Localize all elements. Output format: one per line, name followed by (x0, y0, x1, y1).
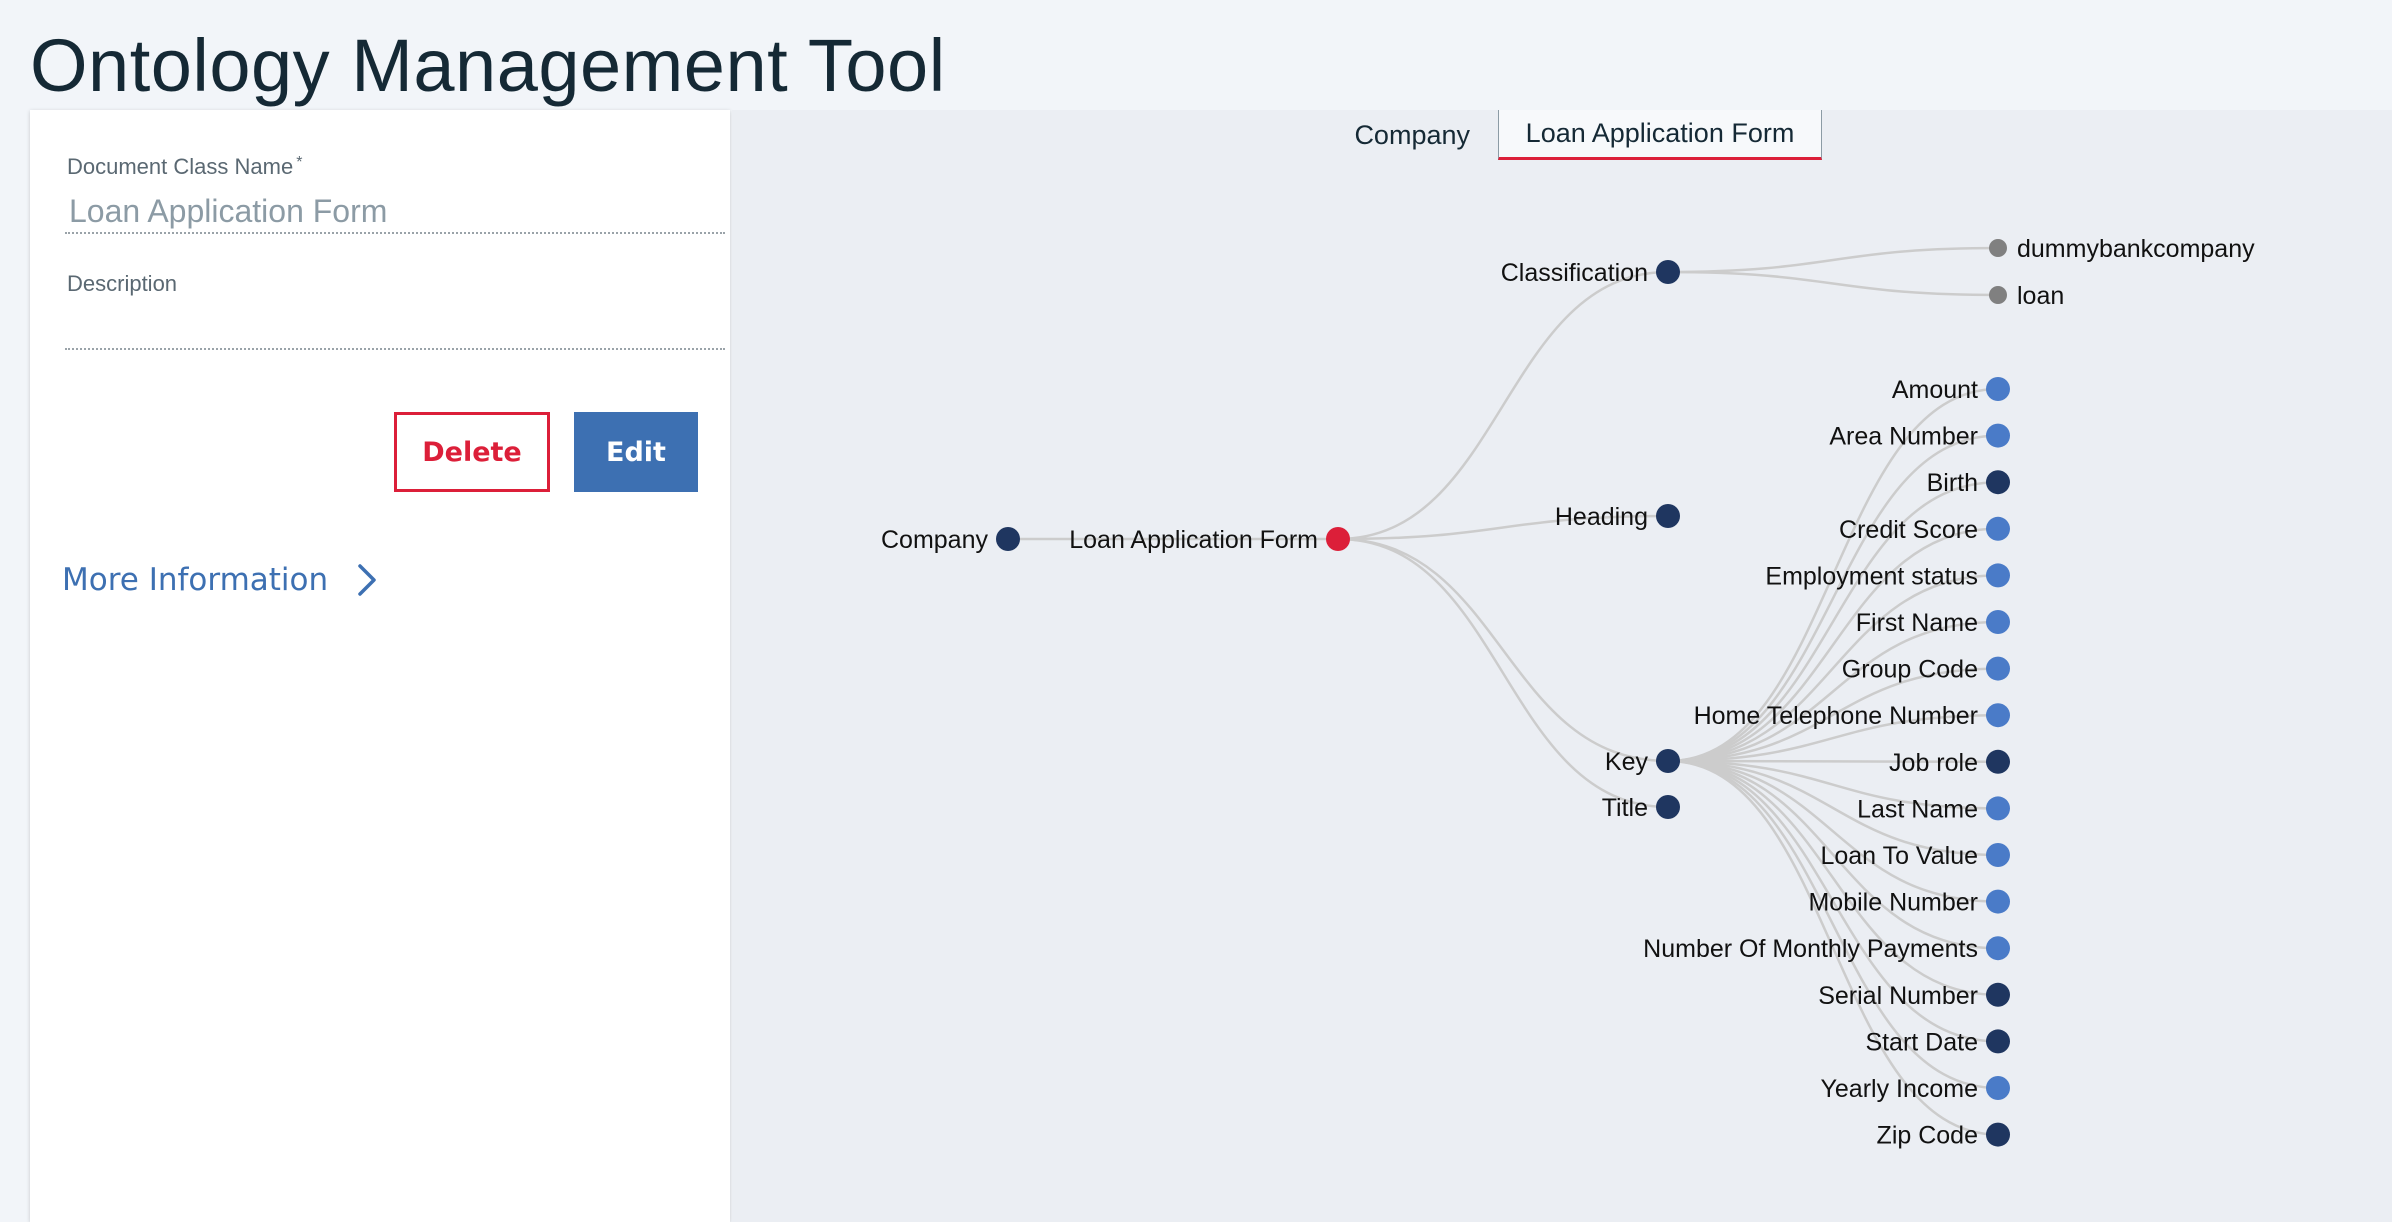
ontology-graph-area: Company Loan Application Form Company dum… (732, 110, 2392, 1222)
tree-node-dot[interactable] (1986, 889, 2010, 914)
tree-link (1337, 537, 1669, 763)
tree-node-label: Company (881, 526, 988, 554)
chevron-right-icon (358, 564, 376, 596)
tree-node-label: Job role (1889, 749, 1978, 777)
ontology-tree: Company dummybankcompany loan Amount Area Nu… (881, 235, 2255, 1150)
tree-node-heading[interactable]: Heading (1555, 503, 1680, 531)
tree-node-loan[interactable]: loan (1989, 282, 2064, 310)
tree-node-dot[interactable] (1656, 795, 1680, 819)
tree-node-home-telephone-number[interactable]: Home Telephone Number (1694, 702, 2010, 730)
tree-node-label: Loan Application Form (1069, 526, 1318, 554)
tree-node-last-name[interactable]: Last Name (1857, 795, 2010, 823)
tree-node-serial-number[interactable]: Serial Number (1818, 982, 2010, 1010)
tree-node-label: Start Date (1865, 1028, 1978, 1056)
description-input[interactable] (65, 306, 725, 350)
tree-node-dot[interactable] (1989, 239, 2007, 257)
tree-node-label: Number Of Monthly Payments (1643, 935, 1978, 963)
tree-node-key[interactable]: Key (1605, 748, 1680, 776)
tree-node-label: Group Code (1842, 656, 1978, 684)
tree-node-label: dummybankcompany (2017, 235, 2255, 263)
tree-node-dot[interactable] (1986, 656, 2010, 681)
tree-node-employment-status[interactable]: Employment status (1765, 562, 2010, 590)
tree-node-dot[interactable] (1986, 1076, 2010, 1100)
tree-node-dummybankcompany[interactable]: dummybankcompany (1989, 235, 2255, 263)
tree-node-label: Serial Number (1818, 982, 1978, 1010)
tree-node-title[interactable]: Title (1602, 794, 1680, 822)
tree-node-label: Birth (1927, 469, 1978, 497)
tree-node-birth[interactable]: Birth (1927, 469, 2010, 497)
tree-node-dot[interactable] (1986, 377, 2010, 401)
tree-link (1667, 270, 1999, 297)
tree-node-label: loan (2017, 282, 2064, 310)
tree-node-dot[interactable] (1986, 749, 2010, 774)
tree-node-label: Employment status (1765, 562, 1978, 590)
edit-button[interactable]: Edit (574, 412, 698, 492)
tree-node-label: Loan To Value (1820, 842, 1978, 870)
document-class-name-label-text: Document Class Name (67, 154, 294, 179)
tree-node-dot[interactable] (1656, 504, 1680, 528)
more-information-label: More Information (62, 562, 329, 598)
tree-node-dot[interactable] (1986, 470, 2010, 495)
tree-node-dot[interactable] (1986, 610, 2010, 634)
tree-node-number-of-monthly-payments[interactable]: Number Of Monthly Payments (1643, 935, 2010, 963)
tree-node-mobile-number[interactable]: Mobile Number (1808, 889, 2010, 917)
document-class-panel: Document Class Name* Description Delete … (30, 110, 730, 1222)
tree-node-label: Area Number (1829, 423, 1978, 451)
tree-node-dot[interactable] (1986, 1029, 2010, 1054)
tree-node-label: Classification (1501, 259, 1648, 287)
tree-node-label: Last Name (1857, 795, 1978, 823)
tree-node-label: First Name (1856, 609, 1978, 637)
tree-node-label: Mobile Number (1808, 889, 1978, 917)
tree-node-dot[interactable] (1656, 260, 1680, 284)
tree-node-dot[interactable] (1986, 563, 2010, 588)
tree-node-job-role[interactable]: Job role (1889, 749, 2010, 777)
tree-node-dot[interactable] (1986, 423, 2010, 448)
tree-node-dot[interactable] (1986, 936, 2010, 961)
tree-link (1337, 270, 1669, 541)
tree-node-dot[interactable] (1986, 982, 2010, 1007)
required-asterisk: * (296, 154, 303, 171)
tree-node-label: Credit Score (1839, 516, 1978, 544)
tree-node-dot[interactable] (1989, 286, 2007, 304)
tree-node-company[interactable]: Company (881, 526, 1020, 554)
description-label: Description (67, 271, 178, 296)
app-title: Ontology Management Tool (30, 24, 946, 107)
tree-node-yearly-income[interactable]: Yearly Income (1821, 1075, 2011, 1103)
tree-node-loan-application-form[interactable]: Loan Application Form (1069, 526, 1350, 554)
tree-link (1667, 246, 1999, 274)
tree-nodes: Company dummybankcompany loan Amount Area Nu… (881, 235, 2255, 1150)
tree-node-dot[interactable] (1656, 749, 1680, 773)
tree-node-label: Zip Code (1877, 1122, 1978, 1150)
tree-node-first-name[interactable]: First Name (1856, 609, 2010, 637)
document-class-name-input[interactable] (65, 190, 725, 234)
tree-node-label: Title (1602, 794, 1648, 822)
tree-node-dot[interactable] (996, 527, 1020, 551)
tree-node-dot[interactable] (1986, 1122, 2010, 1147)
tree-node-loan-to-value[interactable]: Loan To Value (1820, 842, 2010, 870)
tree-link (1667, 759, 1999, 903)
delete-button[interactable]: Delete (394, 412, 550, 492)
tree-node-zip-code[interactable]: Zip Code (1877, 1122, 2010, 1150)
tree-node-amount[interactable]: Amount (1892, 376, 2010, 404)
tree-node-dot[interactable] (1986, 703, 2010, 728)
tree-node-dot[interactable] (1326, 527, 1350, 551)
tree-node-label: Yearly Income (1821, 1075, 1979, 1103)
tree-node-label: Key (1605, 748, 1649, 776)
tree-node-start-date[interactable]: Start Date (1865, 1028, 2010, 1056)
tree-node-label: Amount (1892, 376, 1978, 404)
tree-node-label: Heading (1555, 503, 1648, 531)
tree-node-dot[interactable] (1986, 796, 2010, 821)
document-class-name-label: Document Class Name * (67, 154, 302, 180)
tree-node-label: Home Telephone Number (1694, 702, 1978, 730)
more-information-link[interactable]: More Information (62, 562, 380, 598)
tree-node-dot[interactable] (1986, 516, 2010, 541)
tree-node-dot[interactable] (1986, 843, 2010, 867)
